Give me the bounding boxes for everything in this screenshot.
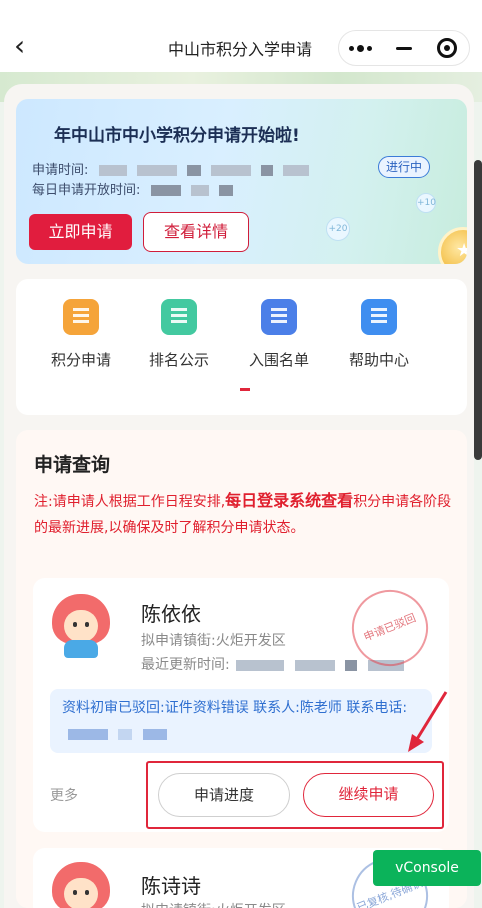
- redacted-value: [218, 185, 233, 196]
- applicant-name: 陈依依: [141, 602, 201, 626]
- status-badge: 进行中: [378, 156, 430, 178]
- back-arrow-icon[interactable]: ‹: [14, 32, 42, 60]
- points-apply-icon: [63, 299, 99, 335]
- more-link[interactable]: 更多: [50, 785, 78, 805]
- mini-program-capsule: [338, 30, 470, 66]
- redacted-value: [294, 659, 335, 671]
- applicant-name: 陈诗诗: [141, 874, 201, 898]
- close-program-icon[interactable]: [429, 33, 465, 63]
- apply-time-row: 申请时间:: [32, 159, 310, 178]
- menu-item-ranking[interactable]: 排名公示: [144, 299, 214, 372]
- application-progress-button[interactable]: 申请进度: [158, 773, 290, 817]
- vconsole-button[interactable]: vConsole: [373, 850, 481, 886]
- updated-label: 最近更新时间:: [141, 657, 230, 673]
- review-message: 资料初审已驳回:证件资料错误 联系人:陈老师 联系电话:: [50, 689, 432, 753]
- continue-application-button[interactable]: 继续申请: [303, 773, 434, 817]
- minimize-icon[interactable]: [386, 33, 422, 63]
- redacted-value: [236, 659, 285, 671]
- review-message-text: 资料初审已驳回:证件资料错误 联系人:陈老师 联系电话:: [62, 700, 408, 716]
- banner-headline: 年中山市中小学积分申请开始啦!: [54, 126, 300, 146]
- menu-item-label: 帮助中心: [348, 351, 409, 369]
- avatar: [52, 862, 110, 908]
- avatar: [52, 594, 110, 658]
- menu-item-label: 入围名单: [248, 351, 309, 369]
- street-text: 拟申请镇街:火炬开发区: [141, 633, 286, 649]
- shortlist-icon: [261, 299, 297, 335]
- redacted-value: [190, 185, 209, 196]
- scrollbar[interactable]: [474, 160, 482, 460]
- daily-open-row: 每日申请开放时间:: [32, 179, 233, 198]
- updated-time-row: 最近更新时间:: [141, 654, 404, 674]
- quick-menu: 积分申请 排名公示 入围名单 帮助中心: [16, 279, 467, 415]
- notice-emphasis: 每日登录系统查看: [225, 491, 354, 510]
- notice-text: 注:请申请人根据工作日程安排,每日登录系统查看积分申请各阶段的最新进展,以确保及…: [34, 488, 454, 541]
- active-indicator: [240, 388, 250, 391]
- menu-item-points-apply[interactable]: 积分申请: [46, 299, 116, 372]
- bubble-badge: +10: [416, 193, 436, 213]
- menu-item-label: 排名公示: [148, 351, 209, 369]
- redacted-value: [98, 165, 127, 176]
- page-title: 中山市积分入学申请: [167, 40, 312, 59]
- redacted-value: [136, 165, 177, 176]
- help-center-icon: [361, 299, 397, 335]
- annotation-arrow-icon: [408, 691, 448, 752]
- section-title: 申请查询: [34, 454, 111, 476]
- redacted-value: [283, 165, 310, 176]
- redacted-value: [261, 165, 274, 176]
- menu-item-label: 积分申请: [50, 351, 111, 369]
- redacted-value: [68, 728, 108, 740]
- redacted-value: [142, 728, 167, 740]
- redacted-value: [210, 165, 251, 176]
- redacted-value: [150, 185, 181, 196]
- menu-item-help[interactable]: 帮助中心: [344, 299, 414, 372]
- ranking-board-icon: [161, 299, 197, 335]
- street-text: 拟申请镇街:火炬开发区: [141, 900, 286, 908]
- redacted-value: [118, 728, 133, 740]
- more-options-icon[interactable]: [343, 33, 379, 63]
- bubble-badge: +20: [326, 217, 350, 241]
- apply-now-button[interactable]: 立即申请: [29, 214, 132, 250]
- redacted-value: [186, 165, 201, 176]
- apply-time-label: 申请时间:: [32, 163, 89, 178]
- menu-item-shortlist[interactable]: 入围名单: [244, 299, 314, 372]
- view-details-button[interactable]: 查看详情: [143, 212, 249, 252]
- coin-illustration: [438, 227, 467, 264]
- daily-open-label: 每日申请开放时间:: [32, 183, 141, 198]
- notice-prefix: 注:请申请人根据工作日程安排,: [34, 494, 226, 510]
- redacted-value: [345, 659, 358, 671]
